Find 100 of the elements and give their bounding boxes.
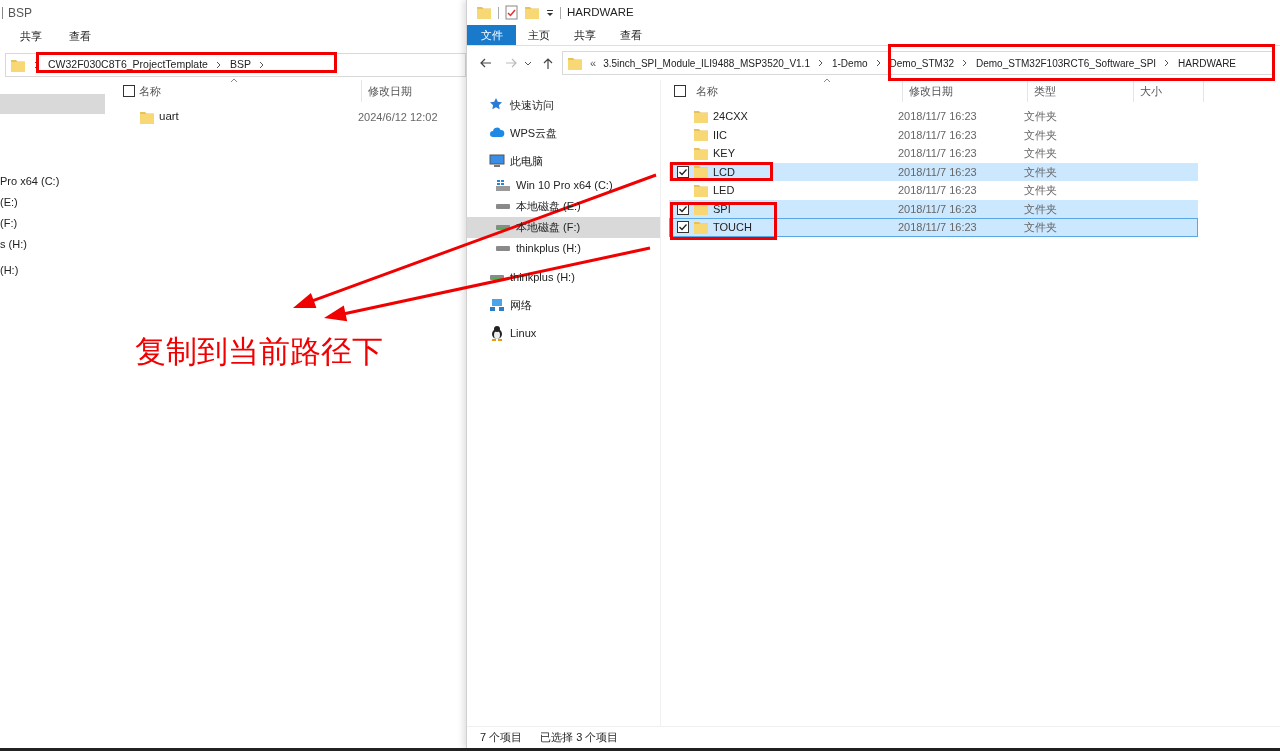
back-arrow-icon[interactable]: [479, 57, 492, 69]
window-title: HARDWARE: [567, 4, 634, 20]
nav-item[interactable]: (F:): [0, 213, 105, 234]
dropdown-icon[interactable]: [524, 60, 532, 66]
file-name: TOUCH: [713, 220, 752, 235]
column-header[interactable]: 类型: [1034, 82, 1056, 100]
computer-icon: [489, 153, 505, 169]
nav-item[interactable]: 网络: [510, 296, 532, 314]
file-row[interactable]: LED 2018/11/7 16:23 文件夹: [669, 181, 1198, 200]
up-arrow-icon[interactable]: [542, 56, 554, 70]
ribbon-tab[interactable]: 共享: [20, 27, 42, 45]
folder-icon: [693, 127, 709, 143]
drive-icon: [489, 274, 505, 280]
checkbox[interactable]: [677, 165, 689, 178]
column-header[interactable]: 名称: [139, 82, 161, 100]
file-row[interactable]: SPI 2018/11/7 16:23 文件夹: [669, 199, 1198, 218]
file-row[interactable]: IIC 2018/11/7 16:23 文件夹: [669, 125, 1198, 144]
file-tab[interactable]: 文件: [467, 25, 516, 45]
nav-item[interactable]: s (H:): [0, 234, 105, 255]
modified-date: 2018/11/7 16:23: [898, 164, 978, 180]
file-name: 24CXX: [713, 109, 748, 124]
chevron-icon[interactable]: [257, 60, 266, 70]
penguin-icon: [489, 325, 505, 341]
breadcrumb-item[interactable]: HARDWARE: [1178, 55, 1237, 71]
chevron-icon[interactable]: [816, 58, 825, 68]
nav-item[interactable]: thinkplus (H:): [510, 268, 575, 286]
window-title: BSP: [8, 4, 32, 22]
properties-icon[interactable]: [505, 5, 518, 20]
nav-item[interactable]: 快速访问: [510, 96, 554, 114]
address-bar[interactable]: « 3.5inch_SPI_Module_ILI9488_MSP3520_V1.1 1-Demo Demo_STM32 Demo_STM32F103RCT6_Software_SPI HARDWARE: [562, 51, 1275, 75]
dropdown-icon[interactable]: [546, 8, 554, 17]
checkbox[interactable]: [677, 202, 689, 215]
folder-icon: [139, 109, 155, 125]
file-type: 文件夹: [1024, 164, 1057, 180]
folder-icon: [476, 5, 492, 20]
breadcrumb-item[interactable]: Demo_STM32F103RCT6_Software_SPI: [976, 55, 1157, 71]
file-name: LED: [713, 183, 735, 198]
nav-item[interactable]: Win 10 Pro x64 (C:): [516, 177, 613, 194]
file-row[interactable]: LCD 2018/11/7 16:23 文件夹: [669, 162, 1198, 181]
sort-caret-icon: [823, 78, 831, 83]
modified-date: 2018/11/7 16:23: [898, 146, 978, 161]
nav-item[interactable]: 此电脑: [510, 152, 543, 170]
ribbon-tab[interactable]: 查看: [69, 27, 91, 45]
checkbox[interactable]: [674, 85, 686, 97]
file-name: IIC: [713, 127, 728, 143]
file-row[interactable]: KEY 2018/11/7 16:23 文件夹: [669, 144, 1198, 163]
chevron-icon[interactable]: [874, 58, 883, 68]
overflow-chevrons[interactable]: «: [590, 54, 597, 72]
checkbox[interactable]: [677, 221, 689, 234]
ribbon-tab[interactable]: 共享: [562, 25, 608, 45]
drive-icon: [495, 204, 511, 209]
item-count: 7 个项目: [480, 730, 523, 746]
folder-icon: [693, 164, 709, 180]
nav-item[interactable]: (E:): [0, 192, 105, 213]
breadcrumb-item[interactable]: BSP: [229, 57, 251, 73]
modified-date: 2018/11/7 16:23: [898, 109, 978, 124]
sort-caret-icon: [230, 78, 238, 83]
modified-date: 2018/11/7 16:23: [898, 183, 978, 198]
modified-date: 2018/11/7 16:23: [898, 127, 978, 143]
folder-icon: [693, 145, 709, 161]
chevron-icon[interactable]: [214, 60, 223, 70]
nav-item[interactable]: WPS云盘: [510, 124, 558, 142]
nav-item[interactable]: (H:): [0, 255, 105, 285]
file-name: SPI: [713, 201, 731, 217]
file-row[interactable]: 24CXX 2018/11/7 16:23 文件夹: [669, 107, 1198, 126]
folder-icon: [567, 55, 583, 71]
folder-icon: [10, 57, 26, 73]
breadcrumb-item[interactable]: Demo_STM32: [889, 55, 954, 71]
column-header[interactable]: 修改日期: [909, 82, 953, 100]
file-type: 文件夹: [1024, 127, 1057, 143]
column-header[interactable]: 大小: [1140, 82, 1162, 100]
file-row[interactable]: TOUCH 2018/11/7 16:23 文件夹: [669, 218, 1198, 237]
chevron-icon[interactable]: [961, 58, 969, 68]
checkbox[interactable]: [123, 85, 135, 97]
network-icon: [489, 297, 505, 313]
nav-item[interactable]: Pro x64 (C:): [0, 171, 105, 192]
file-name[interactable]: uart: [159, 108, 179, 126]
modified-date: 2024/6/12 12:02: [357, 109, 438, 125]
ribbon-tab[interactable]: 查看: [608, 25, 654, 45]
annotation-caption: 复制到当前路径下: [135, 333, 383, 371]
folder-icon: [524, 5, 540, 20]
file-type: 文件夹: [1024, 183, 1057, 198]
selection-count: 已选择 3 个项目: [540, 730, 619, 746]
breadcrumb-item[interactable]: 3.5inch_SPI_Module_ILI9488_MSP3520_V1.1: [603, 55, 810, 71]
breadcrumb-item[interactable]: CW32F030C8T6_ProjectTemplate: [48, 57, 208, 73]
breadcrumb-item[interactable]: 1-Demo: [831, 55, 868, 71]
column-header[interactable]: 修改日期: [362, 82, 412, 100]
file-name: LCD: [713, 164, 735, 180]
file-type: 文件夹: [1024, 109, 1057, 124]
address-bar[interactable]: CW32F030C8T6_ProjectTemplate BSP: [5, 53, 466, 77]
folder-icon: [693, 182, 709, 198]
drive-icon: [495, 246, 511, 251]
nav-item[interactable]: thinkplus (H:): [516, 240, 581, 257]
drive-icon: [495, 177, 511, 194]
file-name: KEY: [713, 146, 735, 161]
column-header[interactable]: 名称: [696, 82, 718, 100]
folder-icon: [693, 108, 709, 124]
nav-item[interactable]: Linux: [510, 324, 537, 342]
ribbon-tab[interactable]: 主页: [516, 25, 562, 45]
file-type: 文件夹: [1024, 146, 1057, 161]
